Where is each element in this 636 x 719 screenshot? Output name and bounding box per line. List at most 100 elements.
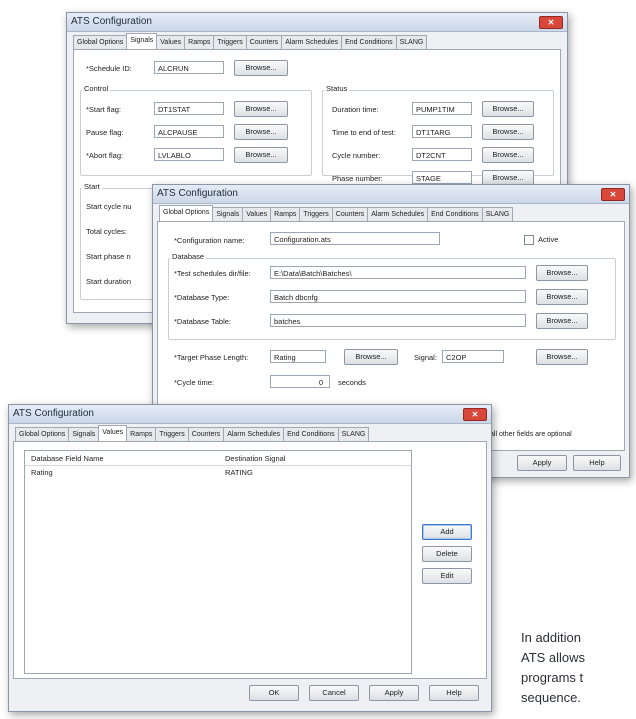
ok-button[interactable]: OK — [249, 685, 299, 701]
help-button[interactable]: Help — [429, 685, 479, 701]
tab-end-conditions[interactable]: End Conditions — [341, 35, 397, 49]
tab-slang[interactable]: SLANG — [395, 35, 428, 49]
column-destination-signal[interactable]: Destination Signal — [225, 454, 285, 463]
tab-alarm-schedules[interactable]: Alarm Schedules — [281, 35, 343, 49]
total-cycles-label: Total cycles: — [86, 227, 127, 236]
cycle-number-label: Cycle number: — [332, 151, 381, 160]
row-field-name: Rating — [31, 468, 53, 477]
tab-triggers[interactable]: Triggers — [213, 35, 247, 49]
test-dir-label: *Test schedules dir/file: — [174, 269, 251, 278]
tab-global-options[interactable]: Global Options — [159, 205, 214, 221]
pause-flag-input[interactable]: ALCPAUSE — [154, 125, 224, 138]
start-duration-label: Start duration — [86, 277, 132, 286]
target-phase-label: *Target Phase Length: — [174, 353, 249, 362]
tab-global-options[interactable]: Global Options — [15, 427, 70, 441]
tab-values[interactable]: Values — [98, 425, 128, 441]
column-database-field-name[interactable]: Database Field Name — [31, 454, 104, 463]
side-text-line-3: programs t — [521, 670, 584, 685]
tab-end-conditions[interactable]: End Conditions — [283, 427, 339, 441]
signal-browse-button[interactable]: Browse... — [536, 349, 588, 365]
optional-fields-note: all other fields are optional — [490, 431, 572, 438]
title-bar: ATS Configuration ✕ — [153, 185, 629, 204]
tab-ramps[interactable]: Ramps — [184, 35, 215, 49]
active-label: Active — [538, 235, 559, 244]
phase-number-input[interactable]: STAGE — [412, 171, 472, 184]
target-phase-input[interactable]: Rating — [270, 350, 326, 363]
duration-time-input[interactable]: PUMP1TIM — [412, 102, 472, 115]
abort-flag-browse-button[interactable]: Browse... — [234, 147, 288, 163]
start-flag-browse-button[interactable]: Browse... — [234, 101, 288, 117]
tab-counters[interactable]: Counters — [245, 35, 283, 49]
test-dir-browse-button[interactable]: Browse... — [536, 265, 588, 281]
start-group-label: Start — [82, 182, 102, 191]
db-table-browse-button[interactable]: Browse... — [536, 313, 588, 329]
tab-counters[interactable]: Counters — [331, 207, 369, 221]
tab-strip: Global Options Signals Values Ramps Trig… — [159, 205, 514, 221]
cycle-time-input[interactable]: 0 — [270, 375, 330, 388]
abort-flag-input[interactable]: LVLABLO — [154, 148, 224, 161]
tab-signals[interactable]: Signals — [68, 427, 100, 441]
start-flag-label: *Start flag: — [86, 105, 122, 114]
time-to-end-label: Time to end of test: — [332, 128, 396, 137]
title-bar: ATS Configuration ✕ — [67, 13, 567, 32]
time-to-end-browse-button[interactable]: Browse... — [482, 124, 534, 140]
tab-triggers[interactable]: Triggers — [155, 427, 189, 441]
tab-end-conditions[interactable]: End Conditions — [427, 207, 483, 221]
tab-triggers[interactable]: Triggers — [299, 207, 333, 221]
db-type-input[interactable]: Batch dbcnfg — [270, 290, 526, 303]
edit-button[interactable]: Edit — [422, 568, 472, 584]
tab-counters[interactable]: Counters — [187, 427, 225, 441]
pause-flag-browse-button[interactable]: Browse... — [234, 124, 288, 140]
window-title: ATS Configuration — [13, 408, 94, 419]
db-table-label: *Database Table: — [174, 317, 231, 326]
db-type-browse-button[interactable]: Browse... — [536, 289, 588, 305]
title-bar: ATS Configuration ✕ — [9, 405, 491, 424]
tab-slang[interactable]: SLANG — [481, 207, 514, 221]
schedule-id-label: *Schedule ID: — [86, 64, 132, 73]
row-destination-signal: RATING — [225, 468, 253, 477]
tab-slang[interactable]: SLANG — [337, 427, 370, 441]
schedule-id-input[interactable]: ALCRUN — [154, 61, 224, 74]
tab-global-options[interactable]: Global Options — [73, 35, 128, 49]
close-icon[interactable]: ✕ — [463, 408, 487, 421]
signal-input[interactable]: C2OP — [442, 350, 504, 363]
tab-values[interactable]: Values — [242, 207, 272, 221]
tab-ramps[interactable]: Ramps — [270, 207, 301, 221]
start-flag-input[interactable]: DT1STAT — [154, 102, 224, 115]
time-to-end-input[interactable]: DT1TARG — [412, 125, 472, 138]
abort-flag-label: *Abort flag: — [86, 151, 124, 160]
start-cycle-label: Start cycle nu — [86, 202, 132, 211]
seconds-label: seconds — [338, 378, 366, 387]
cycle-time-label: *Cycle time: — [174, 378, 215, 387]
duration-browse-button[interactable]: Browse... — [482, 101, 534, 117]
add-button[interactable]: Add — [422, 524, 472, 540]
phase-number-label: Phase number: — [332, 174, 383, 183]
cycle-number-browse-button[interactable]: Browse... — [482, 147, 534, 163]
cancel-button[interactable]: Cancel — [309, 685, 359, 701]
apply-button[interactable]: Apply — [369, 685, 419, 701]
list-item[interactable]: Rating RATING — [25, 467, 411, 479]
db-type-label: *Database Type: — [174, 293, 230, 302]
tab-signals[interactable]: Signals — [126, 33, 158, 49]
tab-ramps[interactable]: Ramps — [126, 427, 157, 441]
config-name-input[interactable]: Configuration.ats — [270, 232, 440, 245]
delete-button[interactable]: Delete — [422, 546, 472, 562]
apply-button[interactable]: Apply — [517, 455, 567, 471]
tab-values[interactable]: Values — [156, 35, 186, 49]
target-phase-browse-button[interactable]: Browse... — [344, 349, 398, 365]
side-text-line-4: sequence. — [521, 690, 581, 705]
help-button[interactable]: Help — [573, 455, 621, 471]
close-icon[interactable]: ✕ — [539, 16, 563, 29]
ats-config-window-values: ATS Configuration ✕ Global Options Signa… — [8, 404, 492, 712]
tab-strip: Global Options Signals Values Ramps Trig… — [15, 425, 370, 441]
tab-signals[interactable]: Signals — [212, 207, 244, 221]
tab-alarm-schedules[interactable]: Alarm Schedules — [223, 427, 285, 441]
schedule-id-browse-button[interactable]: Browse... — [234, 60, 288, 76]
cycle-number-input[interactable]: DT2CNT — [412, 148, 472, 161]
close-icon[interactable]: ✕ — [601, 188, 625, 201]
active-checkbox[interactable] — [524, 235, 534, 245]
tab-alarm-schedules[interactable]: Alarm Schedules — [367, 207, 429, 221]
values-list[interactable]: Database Field Name Destination Signal R… — [24, 450, 412, 674]
db-table-input[interactable]: batches — [270, 314, 526, 327]
test-dir-input[interactable]: E:\Data\Batch\Batches\ — [270, 266, 526, 279]
